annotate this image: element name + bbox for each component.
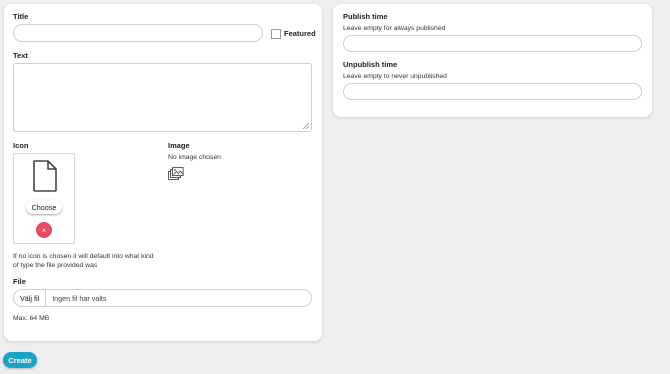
- document-icon: [33, 160, 57, 192]
- icon-label: Icon: [13, 141, 29, 150]
- icon-hint-line2: of type the file provided was: [13, 262, 98, 269]
- remove-icon-button[interactable]: ×: [36, 222, 52, 238]
- image-label: Image: [168, 141, 190, 150]
- file-label: File: [13, 277, 26, 286]
- resize-grip-icon[interactable]: [303, 123, 309, 129]
- publish-time-label: Publish time: [343, 12, 388, 21]
- image-gallery-icon[interactable]: [168, 167, 184, 181]
- max-size-text: Max: 64 MB: [13, 315, 50, 322]
- text-label: Text: [13, 51, 28, 60]
- featured-checkbox[interactable]: [271, 29, 281, 39]
- no-image-text: No image chosen: [168, 154, 221, 161]
- publish-time-input[interactable]: [343, 35, 642, 52]
- unpublish-time-hint: Leave empty to never unpublished: [343, 73, 447, 80]
- title-label: Title: [13, 12, 29, 21]
- file-input[interactable]: Välj fil Ingen fil har valts: [13, 289, 312, 307]
- choose-icon-button[interactable]: Choose: [26, 200, 62, 214]
- schedule-card: Publish time Leave empty for always publ…: [333, 4, 652, 117]
- title-input[interactable]: [13, 24, 263, 42]
- create-button[interactable]: Create: [3, 352, 37, 368]
- choose-file-button[interactable]: Välj fil: [14, 290, 47, 306]
- text-area[interactable]: [13, 63, 312, 132]
- featured-label: Featured: [284, 29, 316, 38]
- file-status: Ingen fil har valts: [52, 293, 107, 303]
- unpublish-time-label: Unpublish time: [343, 60, 398, 69]
- icon-picker: Choose ×: [13, 153, 75, 244]
- content-form-card: Title Featured Text Icon Choose × Image …: [4, 4, 322, 341]
- publish-time-hint: Leave empty for always published: [343, 25, 446, 32]
- icon-hint-line1: If no icon is chosen it will default int…: [13, 253, 154, 260]
- unpublish-time-input[interactable]: [343, 83, 642, 100]
- close-icon: ×: [41, 225, 47, 235]
